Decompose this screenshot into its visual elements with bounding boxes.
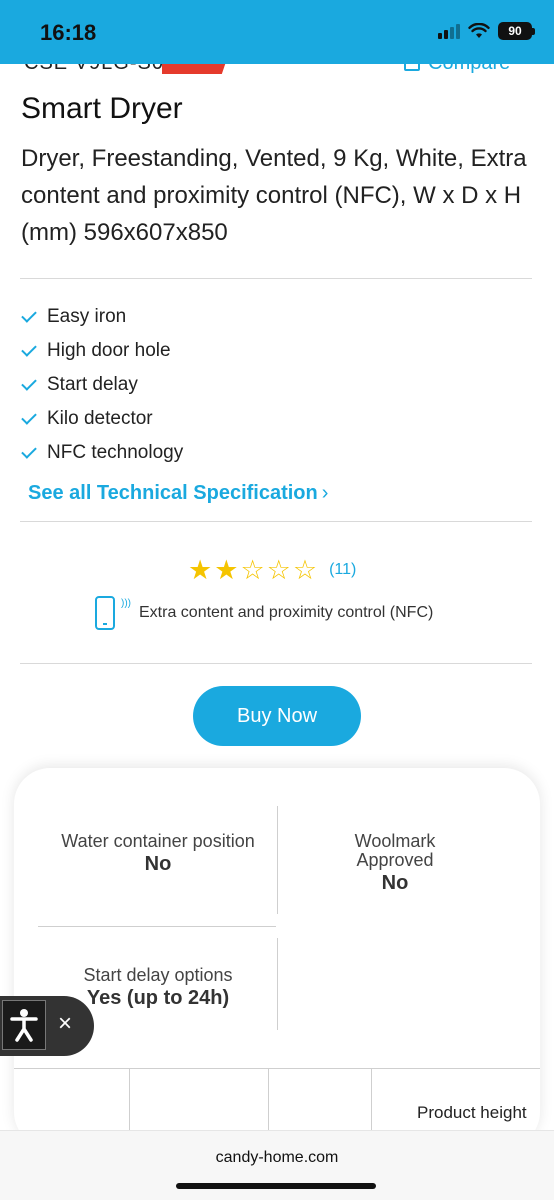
review-count[interactable]: (11) <box>329 561 356 579</box>
spec-card: Water container position No Woolmark App… <box>14 768 540 1148</box>
status-icons: 90 <box>438 22 535 40</box>
spec-value: No <box>381 872 409 894</box>
buy-now-button[interactable]: Buy Now <box>193 686 361 746</box>
accessibility-widget: × <box>0 996 94 1056</box>
divider <box>20 278 532 279</box>
feature-item: Easy iron <box>20 300 183 334</box>
accessibility-icon[interactable] <box>2 1000 46 1050</box>
check-icon <box>21 408 37 425</box>
star-rating[interactable]: ★ ★ ☆ ☆ ☆ (11) <box>188 556 356 584</box>
feature-label: Start delay <box>47 374 138 395</box>
technical-specification-link[interactable]: See all Technical Specification › <box>28 482 328 505</box>
star-empty-icon: ☆ <box>292 555 318 585</box>
spec-link-label: See all Technical Specification <box>28 482 318 504</box>
home-indicator[interactable] <box>176 1183 376 1189</box>
status-time: 16:18 <box>40 20 97 45</box>
spec-label: Water container position <box>61 831 255 851</box>
battery-icon: 90 <box>498 22 535 40</box>
url-text[interactable]: candy-home.com <box>0 1149 554 1167</box>
browser-url-bar[interactable]: candy-home.com <box>0 1130 554 1200</box>
nfc-feature: ))) Extra content and proximity control … <box>95 596 433 630</box>
check-icon <box>21 442 37 459</box>
star-filled-icon: ★ <box>214 555 239 585</box>
feature-item: Kilo detector <box>20 402 183 436</box>
product-description: Dryer, Freestanding, Vented, 9 Kg, White… <box>21 145 527 246</box>
accessibility-figure-icon <box>10 1009 38 1042</box>
spec-label-product-height: Product height <box>417 1103 527 1122</box>
feature-label: High door hole <box>47 340 171 361</box>
cellular-signal-icon <box>438 23 460 39</box>
feature-label: Easy iron <box>47 306 127 327</box>
feature-item: NFC technology <box>20 436 183 470</box>
spec-value: No <box>144 853 172 875</box>
divider <box>20 663 532 664</box>
spec-cell-start-delay: Start delay options Yes (up to 24h) <box>54 966 262 1010</box>
divider <box>20 521 532 522</box>
close-icon[interactable]: × <box>58 1010 72 1038</box>
nfc-feature-label: Extra content and proximity control (NFC… <box>139 604 434 621</box>
star-empty-icon: ☆ <box>240 555 265 585</box>
spec-cell-woolmark: Woolmark Approved No <box>330 832 460 895</box>
feature-item: High door hole <box>20 334 183 368</box>
product-title: Smart Dryer <box>21 92 183 125</box>
cell-divider <box>277 938 278 1030</box>
wifi-icon <box>468 23 490 38</box>
star-filled-icon: ★ <box>188 555 213 585</box>
chevron-right-icon: › <box>321 482 329 504</box>
status-bar: 16:18 90 <box>0 0 554 64</box>
feature-list: Easy iron High door hole Start delay Kil… <box>20 300 183 470</box>
feature-item: Start delay <box>20 368 183 402</box>
check-icon <box>21 306 37 323</box>
check-icon <box>21 340 37 357</box>
nfc-phone-icon: ))) <box>95 596 131 630</box>
spec-cell-water-container: Water container position No <box>58 832 258 876</box>
feature-label: NFC technology <box>47 442 184 463</box>
check-icon <box>21 374 37 391</box>
spec-label: Start delay options <box>83 965 233 985</box>
cell-divider <box>38 926 276 927</box>
cell-divider <box>277 806 278 914</box>
spec-label: Woolmark Approved <box>354 831 436 870</box>
feature-label: Kilo detector <box>47 408 153 429</box>
star-empty-icon: ☆ <box>266 555 291 585</box>
